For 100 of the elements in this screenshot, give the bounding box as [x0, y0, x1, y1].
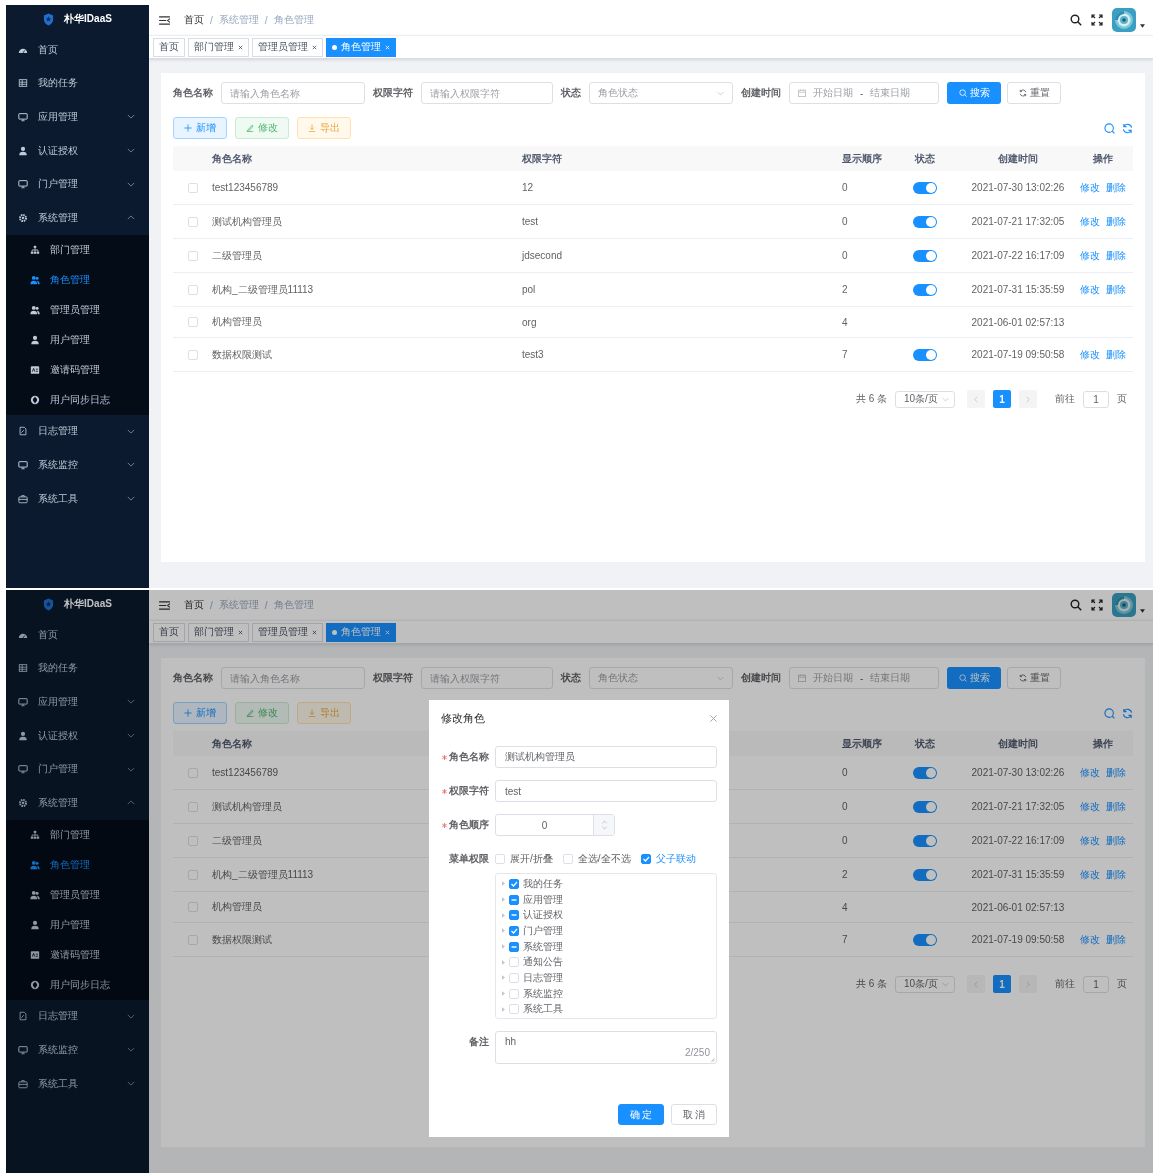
checkbox[interactable] [509, 910, 519, 921]
dialog-button[interactable]: 取 消 [671, 1104, 717, 1125]
breadcrumb-item[interactable]: 首页 [184, 598, 204, 612]
caret-right-icon[interactable] [502, 975, 505, 981]
text-field[interactable]: test [495, 780, 717, 802]
text-field[interactable]: 请输入权限字符 [421, 82, 553, 104]
action-link[interactable]: 删除 [1106, 180, 1126, 195]
menu-item[interactable]: 认证授权 [6, 718, 149, 753]
submenu-item[interactable]: 部门管理 [6, 819, 149, 850]
caret-right-icon[interactable] [502, 1006, 505, 1012]
search-icon[interactable] [1070, 14, 1082, 26]
menu-item[interactable]: 认证授权 [6, 133, 149, 168]
tree-item[interactable]: 门户管理 [523, 923, 563, 938]
submenu-item[interactable]: 邀请码管理 [6, 939, 149, 970]
caret-right-icon[interactable] [502, 881, 505, 887]
toggle-switch[interactable] [913, 348, 937, 361]
toggle-switch[interactable] [913, 834, 937, 847]
tree-item[interactable]: 我的任务 [523, 876, 563, 891]
menu-item[interactable]: 系统管理 [6, 200, 149, 235]
tree-item[interactable]: 系统监控 [523, 986, 563, 1001]
close-icon[interactable] [312, 629, 317, 635]
checkbox[interactable] [509, 894, 519, 905]
submenu-item[interactable]: 角色管理 [6, 849, 149, 880]
tab[interactable]: 部门管理 [188, 37, 249, 57]
submenu-item[interactable]: 用户同步日志 [6, 969, 149, 1000]
toggle-switch[interactable] [913, 283, 937, 296]
checkbox[interactable] [509, 878, 519, 889]
text-field[interactable]: 测试机构管理员 [495, 746, 717, 768]
action-link[interactable]: 删除 [1106, 248, 1126, 263]
toggle-switch[interactable] [913, 933, 937, 946]
textarea-field[interactable]: hh 2/250 [495, 1031, 717, 1064]
page-number-field[interactable]: 1 [1083, 390, 1109, 408]
tab[interactable]: 部门管理 [188, 622, 249, 642]
toggle-switch[interactable] [913, 215, 937, 228]
close-icon[interactable] [710, 714, 717, 722]
menu-item[interactable]: 系统管理 [6, 785, 149, 820]
text-field[interactable]: 请输入角色名称 [221, 667, 365, 689]
action-link[interactable]: 删除 [1106, 282, 1126, 297]
toggle-switch[interactable] [913, 800, 937, 813]
text-field[interactable]: 请输入角色名称 [221, 82, 365, 104]
fullscreen-icon[interactable] [1091, 599, 1103, 611]
menu-item[interactable]: 系统工具 [6, 481, 149, 516]
option-label[interactable]: 展开/折叠 [510, 852, 553, 866]
fullscreen-icon[interactable] [1091, 14, 1103, 26]
action-link[interactable]: 删除 [1106, 347, 1126, 362]
menu-item[interactable]: 首页 [6, 33, 149, 67]
caret-right-icon[interactable] [502, 959, 505, 965]
page-number-field[interactable]: 1 [1083, 975, 1109, 993]
checkbox[interactable] [640, 854, 651, 864]
caret-down-icon[interactable] [1140, 24, 1145, 28]
refresh-icon[interactable] [1122, 707, 1133, 719]
submenu-item[interactable]: 管理员管理 [6, 294, 149, 325]
search-icon[interactable] [1070, 599, 1082, 611]
checkbox[interactable] [509, 941, 519, 952]
tab[interactable]: 管理员管理 [252, 622, 323, 642]
submenu-item[interactable]: 角色管理 [6, 264, 149, 295]
page-size-select[interactable]: 10条/页 [895, 390, 955, 408]
tab[interactable]: 管理员管理 [252, 37, 323, 57]
tree-item[interactable]: 系统工具 [523, 1002, 563, 1017]
menu-item[interactable]: 首页 [6, 618, 149, 652]
text-field[interactable]: 请输入权限字符 [421, 667, 553, 689]
menu-item[interactable]: 我的任务 [6, 66, 149, 101]
date-range-field[interactable]: 开始日期 - 结束日期 [789, 667, 939, 689]
menu-item[interactable]: 应用管理 [6, 100, 149, 134]
reset-button[interactable]: 重置 [1007, 667, 1061, 689]
toggle-switch[interactable] [913, 868, 937, 881]
caret-right-icon[interactable] [502, 991, 505, 997]
refresh-icon[interactable] [1122, 122, 1133, 134]
caret-right-icon[interactable] [502, 897, 505, 903]
breadcrumb-item[interactable]: 首页 [184, 13, 204, 27]
menu-item[interactable]: 系统工具 [6, 1066, 149, 1101]
menu-item[interactable]: 日志管理 [6, 999, 149, 1034]
tree-item[interactable]: 应用管理 [523, 892, 563, 907]
resize-handle-icon[interactable] [710, 1057, 715, 1062]
menu-item[interactable]: 日志管理 [6, 414, 149, 449]
submenu-item[interactable]: 部门管理 [6, 234, 149, 265]
tab[interactable]: 首页 [153, 37, 185, 57]
submenu-item[interactable]: 管理员管理 [6, 879, 149, 910]
tree-item[interactable]: 日志管理 [523, 970, 563, 985]
close-icon[interactable] [238, 629, 243, 635]
reset-button[interactable]: 重置 [1007, 82, 1061, 104]
caret-right-icon[interactable] [502, 944, 505, 950]
toggle-switch[interactable] [913, 766, 937, 779]
submenu-item[interactable]: 用户管理 [6, 909, 149, 940]
tree-item[interactable]: 认证授权 [523, 908, 563, 923]
close-icon[interactable] [312, 44, 317, 50]
tab[interactable]: 首页 [153, 622, 185, 642]
toggle-switch[interactable] [913, 181, 937, 194]
menu-item[interactable]: 应用管理 [6, 685, 149, 719]
option-label[interactable]: 全选/全不选 [577, 852, 631, 866]
menu-item[interactable]: 系统监控 [6, 1033, 149, 1067]
menu-item[interactable]: 系统监控 [6, 448, 149, 482]
option-label[interactable]: 父子联动 [655, 852, 696, 866]
tree-item[interactable]: 通知公告 [523, 955, 563, 970]
menu-icon[interactable] [159, 15, 170, 25]
tree-item[interactable]: 系统管理 [523, 939, 563, 954]
action-link[interactable]: 删除 [1106, 214, 1126, 229]
submenu-item[interactable]: 用户管理 [6, 324, 149, 355]
close-icon[interactable] [238, 44, 243, 50]
menu-item[interactable]: 门户管理 [6, 752, 149, 786]
